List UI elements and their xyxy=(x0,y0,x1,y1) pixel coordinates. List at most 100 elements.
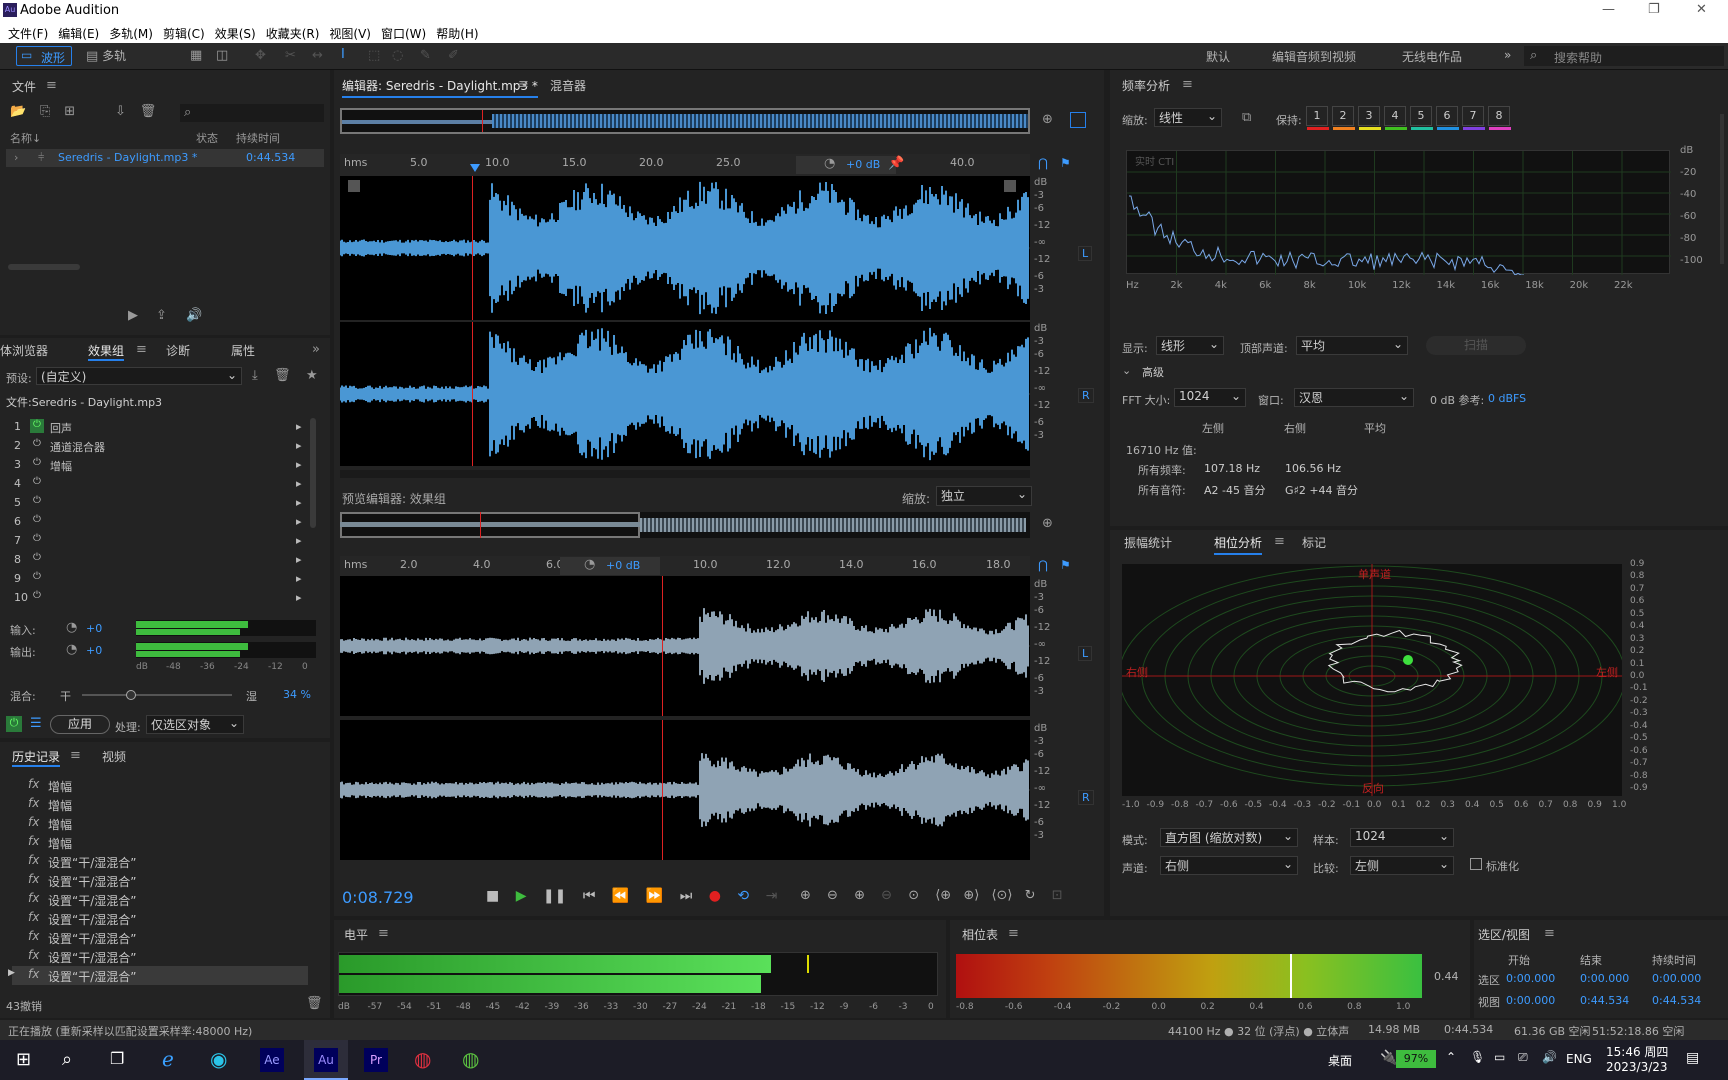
power-icon[interactable]: ⏻ xyxy=(30,514,44,528)
delete-history-icon[interactable]: 🗑 xyxy=(306,996,323,1011)
hold-button[interactable]: 4 xyxy=(1384,106,1407,130)
power-icon[interactable]: ⏻ xyxy=(30,552,44,566)
task-view-icon[interactable]: ❐ xyxy=(110,1049,124,1068)
advanced-toggle[interactable]: 高级 xyxy=(1142,364,1164,380)
preview-ruler[interactable]: hms 2.0 4.0 6.0 10.0 12.0 14.0 16.0 18.0… xyxy=(340,556,1030,576)
view-end[interactable]: 0:44.534 xyxy=(1580,994,1629,1007)
current-time[interactable]: 0:08.729 xyxy=(342,888,414,907)
normalize-checkbox[interactable] xyxy=(1470,858,1482,870)
column-duration[interactable]: 持续时间 xyxy=(236,130,280,146)
output-gain-knob-icon[interactable]: ◔ xyxy=(66,642,77,657)
power-icon[interactable]: ⏻ xyxy=(30,476,44,490)
help-search[interactable]: ⌕ 搜索帮助 xyxy=(1524,46,1724,66)
zoom-reset-icon[interactable]: ↻ xyxy=(1025,888,1036,903)
fast-forward-icon[interactable]: ⏩ xyxy=(646,888,663,904)
menu-item[interactable]: 文件(F) xyxy=(8,27,48,41)
top-channel-dropdown[interactable]: 平均 ⌄ xyxy=(1296,336,1408,355)
volume-knob-icon[interactable]: ◔ xyxy=(824,156,835,171)
sample-dropdown[interactable]: 1024 ⌄ xyxy=(1350,828,1454,847)
fade-out-handle-icon[interactable] xyxy=(1004,180,1016,192)
edge-icon[interactable]: ◉ xyxy=(210,1047,227,1071)
ie-icon[interactable]: ℯ xyxy=(162,1047,174,1071)
zoom-in-left-icon[interactable]: ⟨⊕ xyxy=(935,888,951,903)
overview-waveform[interactable] xyxy=(340,108,1030,134)
go-to-start-icon[interactable]: ⏮ xyxy=(583,888,596,904)
hold-button[interactable]: 6 xyxy=(1436,106,1459,130)
effect-slot[interactable]: 9 ⏻ ▸ xyxy=(8,570,304,589)
effect-slot[interactable]: 6 ⏻ ▸ xyxy=(8,513,304,532)
panel-menu-icon[interactable]: ≡ xyxy=(378,926,389,941)
tab-properties[interactable]: 属性 xyxy=(231,342,255,359)
column-name[interactable]: 名称 xyxy=(10,132,32,145)
effects-scrollbar[interactable] xyxy=(310,418,316,528)
chevron-right-icon[interactable]: ▸ xyxy=(296,458,302,471)
power-plug-icon[interactable]: 🔌 xyxy=(1380,1050,1397,1066)
workspace-default[interactable]: 默认 xyxy=(1206,48,1230,65)
effect-slot[interactable]: 7 ⏻ ▸ xyxy=(8,532,304,551)
hud-gain[interactable]: ◔ +0 dB xyxy=(796,156,896,174)
scan-button[interactable]: 扫描 xyxy=(1426,336,1526,355)
microphone-icon[interactable]: 🎙 xyxy=(1470,1050,1485,1064)
hold-button[interactable]: 3 xyxy=(1358,106,1381,130)
volume-knob-icon[interactable]: ◔ xyxy=(584,557,595,572)
menu-item[interactable]: 效果(S) xyxy=(215,27,256,41)
stop-icon[interactable]: ■ xyxy=(486,888,499,904)
panel-menu-icon[interactable]: ≡ xyxy=(518,77,529,92)
workspace-radio[interactable]: 无线电作品 xyxy=(1402,48,1462,65)
chevron-right-icon[interactable]: ▸ xyxy=(296,420,302,433)
apply-button[interactable]: 应用 xyxy=(50,715,110,734)
preview-hud-gain[interactable]: ◔ +0 dB xyxy=(560,557,660,575)
effect-slot[interactable]: 5 ⏻ ▸ xyxy=(8,494,304,513)
zoom-out-amplitude-icon[interactable]: ⊖ xyxy=(827,888,838,903)
waveform-view-button[interactable]: ▭ 波形 xyxy=(16,46,72,66)
tab-phase-analysis[interactable]: 相位分析 xyxy=(1214,534,1263,555)
chevron-up-icon[interactable]: ⌃ xyxy=(1446,1050,1456,1064)
chevron-right-icon[interactable]: ▸ xyxy=(296,477,302,490)
waveform-right-channel[interactable] xyxy=(339,322,1030,466)
input-gain-value[interactable]: +0 xyxy=(86,622,102,635)
pitch-view-icon[interactable]: ◫ xyxy=(216,48,228,63)
channel-right-toggle[interactable]: R xyxy=(1078,388,1094,403)
after-effects-icon[interactable]: Ae xyxy=(260,1048,284,1072)
maximize-button[interactable]: ❐ xyxy=(1648,2,1660,17)
zoom-full-icon[interactable]: ⟨⊙⟩ xyxy=(991,888,1012,903)
spectral-view-icon[interactable]: ▦ xyxy=(190,48,202,63)
preview-gain-value[interactable]: +0 dB xyxy=(606,559,640,572)
open-file-icon[interactable]: 📂 xyxy=(10,104,26,119)
preset-dropdown[interactable]: (自定义) ⌄ xyxy=(36,367,242,385)
selection-start[interactable]: 0:00.000 xyxy=(1506,972,1555,985)
chevron-right-icon[interactable]: ▸ xyxy=(296,572,302,585)
history-item[interactable]: ▶ fx 设置“干/湿混合” xyxy=(8,966,308,985)
effect-slot[interactable]: 1 ⏻ 回声 ▸ xyxy=(8,418,304,437)
window-dropdown[interactable]: 汉恩 ⌄ xyxy=(1294,388,1414,407)
delete-preset-icon[interactable]: 🗑 xyxy=(274,368,291,383)
healing-tool-icon[interactable]: ✐ xyxy=(448,48,459,63)
history-item[interactable]: fx 增幅 xyxy=(12,833,308,852)
zoom-in-time-icon[interactable]: ⊕ xyxy=(854,888,865,903)
history-item[interactable]: fx 设置“干/湿混合” xyxy=(12,909,308,928)
play-preview-icon[interactable]: ▶ xyxy=(128,308,138,323)
history-item[interactable]: fx 增幅 xyxy=(12,776,308,795)
chevron-down-icon[interactable]: ⌄ xyxy=(1122,364,1131,377)
preview-zoom-dropdown[interactable]: 独立 ⌄ xyxy=(936,486,1032,506)
effect-slot[interactable]: 3 ⏻ 增幅 ▸ xyxy=(8,456,304,475)
hold-button[interactable]: 8 xyxy=(1488,106,1511,130)
volume-icon[interactable]: 🔊 xyxy=(1542,1050,1557,1064)
chevron-right-icon[interactable]: ▸ xyxy=(296,553,302,566)
brush-tool-icon[interactable]: ✎ xyxy=(420,48,431,63)
preview-channel-right[interactable]: R xyxy=(1078,790,1094,805)
notification-icon[interactable]: ▤ xyxy=(1686,1050,1699,1066)
history-item[interactable]: fx 设置“干/湿混合” xyxy=(12,890,308,909)
waveform-left-channel[interactable] xyxy=(339,176,1030,320)
files-search-input[interactable]: ⌕ xyxy=(180,104,324,122)
pin-icon[interactable]: 📌 xyxy=(888,156,904,171)
effect-slot[interactable]: 8 ⏻ ▸ xyxy=(8,551,304,570)
zoom-selection-icon[interactable]: ⊙ xyxy=(908,888,919,903)
chevron-right-icon[interactable]: ▸ xyxy=(296,591,302,604)
horizontal-scrollbar[interactable] xyxy=(340,470,1030,478)
playhead-marker-icon[interactable] xyxy=(470,164,480,172)
power-icon[interactable]: ⏻ xyxy=(30,533,44,547)
overview-toggle-icon[interactable] xyxy=(1070,112,1086,128)
browser-icon[interactable]: ◍ xyxy=(462,1047,479,1071)
tab-media-browser[interactable]: 体浏览器 xyxy=(0,342,48,359)
